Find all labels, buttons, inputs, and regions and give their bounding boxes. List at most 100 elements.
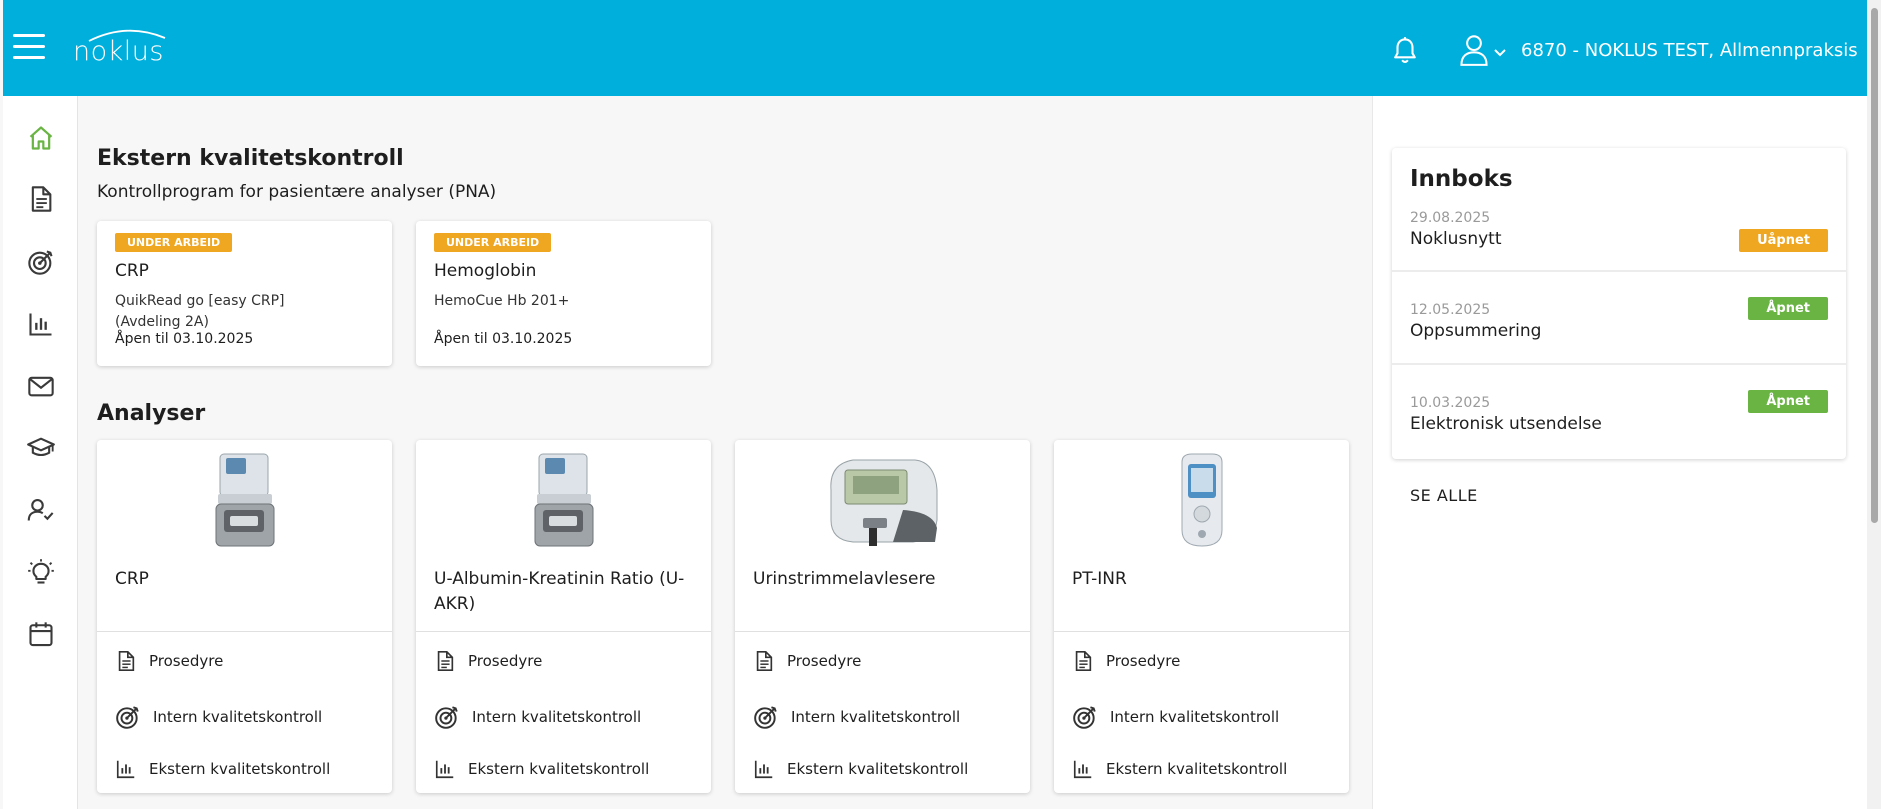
target-icon: [435, 706, 458, 729]
status-badge: Åpnet: [1748, 390, 1828, 413]
eqa-heading: Ekstern kvalitetskontroll: [97, 146, 404, 171]
internal-qc-link[interactable]: Intern kvalitetskontroll: [115, 704, 322, 730]
sidebar: [3, 96, 78, 809]
divider: [1054, 631, 1349, 632]
procedure-link-label: Prosedyre: [149, 652, 224, 670]
inbox-item[interactable]: 10.03.2025 Elektronisk utsendelse Åpnet: [1392, 365, 1846, 457]
target-icon[interactable]: [27, 248, 55, 276]
external-qc-link[interactable]: Ekstern kvalitetskontroll: [434, 758, 649, 780]
target-icon: [1073, 706, 1096, 729]
analyzer-device-image: [97, 450, 392, 550]
inbox-item[interactable]: 12.05.2025 Oppsummering Åpnet: [1392, 272, 1846, 364]
logo-text: noklus: [73, 36, 164, 67]
inbox-card: Innboks 29.08.2025 Noklusnytt Uåpnet 12.…: [1392, 148, 1846, 459]
top-bar: noklus 6870 - NOKLUS TEST, Allmennpraksi…: [3, 0, 1867, 96]
right-panel: Innboks 29.08.2025 Noklusnytt Uåpnet 12.…: [1372, 96, 1867, 809]
see-all-link[interactable]: SE ALLE: [1410, 486, 1478, 505]
procedure-link[interactable]: Prosedyre: [753, 649, 861, 673]
status-badge: Uåpnet: [1739, 229, 1828, 252]
procedure-link[interactable]: Prosedyre: [115, 649, 223, 673]
divider: [97, 631, 392, 632]
external-qc-link-label: Ekstern kvalitetskontroll: [149, 760, 331, 778]
inbox-item-date: 10.03.2025: [1410, 395, 1491, 411]
analysis-card-crp[interactable]: CRP Prosedyre Intern kvalitetskontroll E…: [97, 440, 392, 793]
user-icon: [1460, 35, 1488, 66]
eqa-card-hemoglobin[interactable]: UNDER ARBEID Hemoglobin HemoCue Hb 201+ …: [416, 221, 711, 366]
procedure-link-label: Prosedyre: [468, 652, 543, 670]
external-qc-link[interactable]: Ekstern kvalitetskontroll: [753, 758, 968, 780]
document-icon: [756, 651, 773, 671]
eqa-card-title: Hemoglobin: [434, 261, 537, 281]
target-icon: [754, 706, 777, 729]
analysis-card-title: U-Albumin-Kreatinin Ratio (U-AKR): [434, 569, 685, 614]
internal-qc-link-label: Intern kvalitetskontroll: [472, 708, 642, 726]
bell-icon[interactable]: [1391, 36, 1419, 66]
internal-qc-link-label: Intern kvalitetskontroll: [153, 708, 323, 726]
eqa-card-device: HemoCue Hb 201+: [434, 293, 570, 309]
inbox-item-subject: Oppsummering: [1410, 321, 1542, 341]
calendar-icon[interactable]: [27, 620, 55, 648]
status-badge: UNDER ARBEID: [434, 233, 552, 252]
external-qc-link[interactable]: Ekstern kvalitetskontroll: [1072, 758, 1287, 780]
divider: [416, 631, 711, 632]
mail-icon[interactable]: [27, 372, 55, 400]
document-icon: [118, 651, 135, 671]
urine-strip-reader-image: [735, 450, 1030, 550]
analysis-card-title: CRP: [115, 569, 149, 589]
inbox-item-subject: Noklusnytt: [1410, 229, 1502, 249]
analysis-card-u-akr[interactable]: U-Albumin-Kreatinin Ratio (U-AKR) Prosed…: [416, 440, 711, 793]
home-icon[interactable]: [27, 124, 55, 152]
eqa-card-open-until: Åpen til 03.10.2025: [115, 331, 254, 347]
divider: [735, 631, 1030, 632]
internal-qc-link-label: Intern kvalitetskontroll: [791, 708, 961, 726]
main-content: Ekstern kvalitetskontroll Kontrollprogra…: [78, 96, 1372, 809]
analysis-card-pt-inr[interactable]: PT-INR Prosedyre Intern kvalitetskontrol…: [1054, 440, 1349, 793]
bar-chart-icon: [116, 760, 135, 779]
eqa-card-title: CRP: [115, 261, 149, 281]
inbox-item[interactable]: 29.08.2025 Noklusnytt Uåpnet: [1392, 148, 1846, 252]
eqa-card-crp[interactable]: UNDER ARBEID CRP QuikRead go [easy CRP] …: [97, 221, 392, 366]
scroll-thumb[interactable]: [1871, 8, 1878, 523]
eqa-card-open-until: Åpen til 03.10.2025: [434, 331, 573, 347]
external-qc-link[interactable]: Ekstern kvalitetskontroll: [115, 758, 330, 780]
menu-icon[interactable]: [13, 34, 45, 60]
scrollbar[interactable]: [1867, 0, 1881, 809]
procedure-link[interactable]: Prosedyre: [434, 649, 542, 673]
eqa-card-device: QuikRead go [easy CRP] (Avdeling 2A): [115, 293, 285, 330]
internal-qc-link[interactable]: Intern kvalitetskontroll: [753, 704, 960, 730]
analysis-card-title: Urinstrimmelavlesere: [753, 569, 936, 589]
noklus-logo[interactable]: noklus: [73, 29, 166, 67]
external-qc-link-label: Ekstern kvalitetskontroll: [787, 760, 969, 778]
internal-qc-link[interactable]: Intern kvalitetskontroll: [434, 704, 641, 730]
status-badge: Åpnet: [1748, 297, 1828, 320]
external-qc-link-label: Ekstern kvalitetskontroll: [468, 760, 650, 778]
bar-chart-icon: [754, 760, 773, 779]
chevron-down-icon: [1494, 49, 1506, 57]
procedure-link[interactable]: Prosedyre: [1072, 649, 1180, 673]
document-icon: [437, 651, 454, 671]
inbox-item-subject: Elektronisk utsendelse: [1410, 414, 1602, 434]
status-badge: UNDER ARBEID: [115, 233, 233, 252]
analysis-card-urinstrimmel[interactable]: Urinstrimmelavlesere Prosedyre Intern kv…: [735, 440, 1030, 793]
internal-qc-link[interactable]: Intern kvalitetskontroll: [1072, 704, 1279, 730]
document-icon: [1075, 651, 1092, 671]
analyses-heading: Analyser: [97, 401, 206, 426]
document-icon[interactable]: [27, 185, 55, 213]
analyzer-device-image: [416, 450, 711, 550]
graduation-cap-icon[interactable]: [27, 434, 55, 462]
procedure-link-label: Prosedyre: [1106, 652, 1181, 670]
user-menu[interactable]: 6870 - NOKLUS TEST, Allmennpraksis: [1459, 34, 1858, 66]
target-icon: [116, 706, 139, 729]
eqa-subheading: Kontrollprogram for pasientære analyser …: [97, 182, 497, 202]
user-check-icon[interactable]: [27, 496, 55, 524]
bar-chart-icon: [1073, 760, 1092, 779]
inr-meter-image: [1054, 450, 1349, 550]
internal-qc-link-label: Intern kvalitetskontroll: [1110, 708, 1280, 726]
bar-chart-icon[interactable]: [27, 310, 55, 338]
external-qc-link-label: Ekstern kvalitetskontroll: [1106, 760, 1288, 778]
procedure-link-label: Prosedyre: [787, 652, 862, 670]
inbox-item-date: 29.08.2025: [1410, 210, 1491, 226]
lightbulb-icon[interactable]: [27, 558, 55, 586]
user-label: 6870 - NOKLUS TEST, Allmennpraksis: [1521, 39, 1858, 61]
inbox-item-date: 12.05.2025: [1410, 302, 1491, 318]
